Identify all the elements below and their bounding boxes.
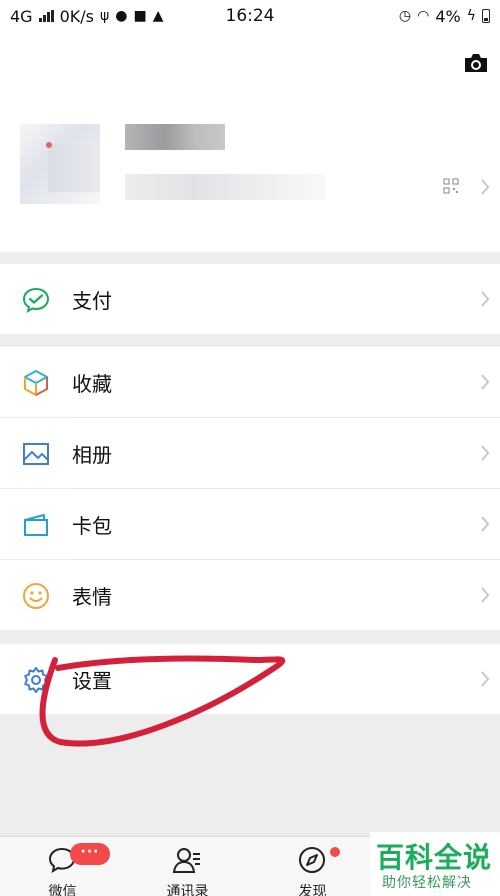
wechat-id-blurred <box>125 174 325 200</box>
chevron-right-icon <box>481 291 490 307</box>
tab-contacts[interactable]: 通讯录 <box>125 837 250 896</box>
menu-item-pay[interactable]: 支付 <box>0 264 500 334</box>
favorites-cube-icon <box>24 370 48 396</box>
watermark-subtitle: 助你轻松解决 <box>382 875 472 891</box>
compass-icon <box>299 847 325 873</box>
chevron-right-icon <box>481 671 490 687</box>
camera-icon[interactable] <box>462 52 490 74</box>
menu-item-favorites[interactable]: 收藏 <box>0 347 500 417</box>
watermark-title: 百科全说 <box>376 841 493 874</box>
tab-chats[interactable]: ··· 微信 <box>0 837 125 896</box>
tab-label: 通讯录 <box>166 884 209 896</box>
wechat-notification-icon: ● <box>115 8 128 24</box>
avatar-detail <box>46 142 52 148</box>
qr-code-icon[interactable] <box>443 178 459 194</box>
tab-label: 微信 <box>48 884 77 896</box>
notification-dot <box>330 847 340 857</box>
chevron-right-icon <box>481 445 490 461</box>
alarm-icon: ◷ <box>398 8 412 24</box>
network-type: 4G <box>10 6 33 26</box>
signal-icon <box>38 10 54 22</box>
menu-item-label: 相册 <box>72 442 112 467</box>
menu-item-settings[interactable]: 设置 <box>0 644 500 714</box>
chevron-right-icon <box>481 374 490 390</box>
battery-percent: 4% <box>435 6 461 26</box>
avatar[interactable] <box>20 124 100 204</box>
tab-discover[interactable]: 发现 <box>250 837 375 896</box>
chevron-right-icon <box>481 587 490 603</box>
watermark-logo: 百科全说 助你轻松解决 <box>370 832 500 896</box>
menu-item-label: 支付 <box>72 288 112 313</box>
card-wallet-icon <box>24 514 48 536</box>
menu-item-label: 卡包 <box>72 513 112 538</box>
qq-notification-icon: ▲ <box>152 8 164 24</box>
status-right: ◷ ◠ 4% ϟ <box>399 7 490 26</box>
contacts-icon <box>172 848 200 873</box>
gear-icon <box>24 667 48 693</box>
profile-header[interactable] <box>0 32 500 252</box>
app-notification-icon: ■ <box>133 8 147 24</box>
status-bar: 4G 0K/s ψ ● ■ ▲ 16:24 ◷ ◠ 4% ϟ <box>0 0 500 32</box>
album-image-icon <box>23 443 49 465</box>
status-left: 4G 0K/s ψ ● ■ ▲ <box>10 7 163 26</box>
usb-icon: ψ <box>99 8 110 24</box>
network-speed: 0K/s <box>59 6 94 26</box>
chevron-right-icon <box>481 516 490 532</box>
menu-item-stickers[interactable]: 表情 <box>0 560 500 630</box>
menu-item-label: 收藏 <box>72 371 112 396</box>
menu-item-label: 表情 <box>72 584 112 609</box>
wechat-pay-icon <box>22 287 50 313</box>
battery-icon <box>482 9 490 23</box>
nickname-blurred <box>125 124 225 150</box>
unread-badge: ··· <box>70 843 110 865</box>
smiley-icon <box>23 583 49 609</box>
menu-item-album[interactable]: 相册 <box>0 418 500 488</box>
tab-label: 发现 <box>298 884 327 896</box>
charging-icon: ϟ <box>466 8 476 24</box>
menu-item-cards[interactable]: 卡包 <box>0 489 500 559</box>
menu-item-label: 设置 <box>72 668 112 693</box>
wifi-icon: ◠ <box>417 8 430 24</box>
chevron-right-icon <box>481 179 490 195</box>
